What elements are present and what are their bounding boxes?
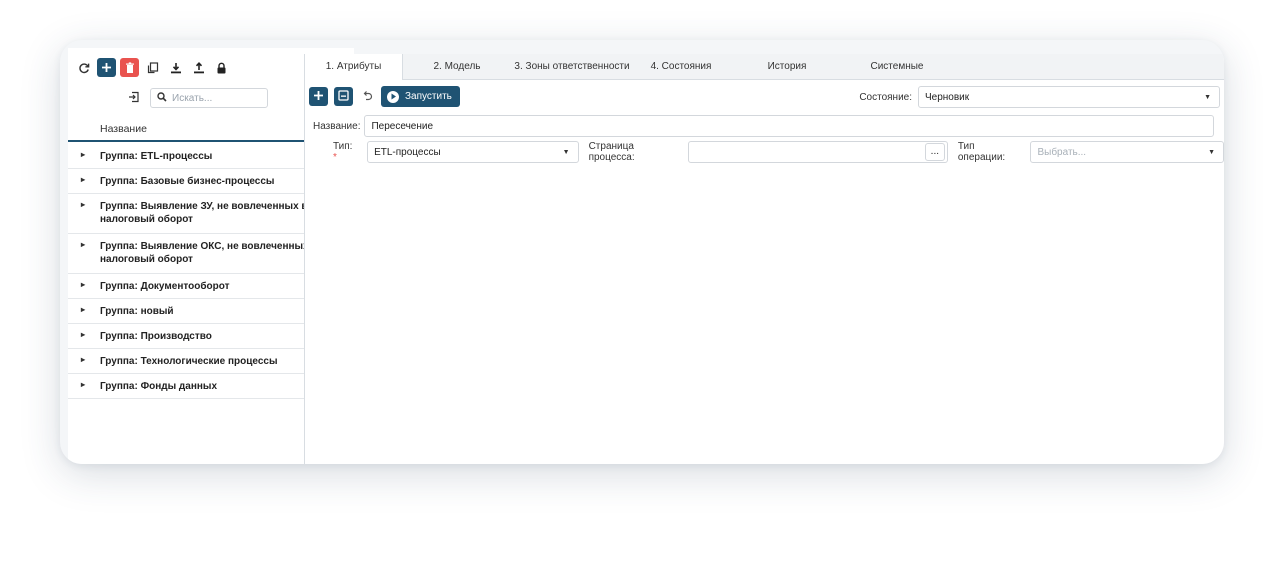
browse-button[interactable]: ... (924, 143, 945, 161)
caret-down-icon: ▼ (1204, 93, 1211, 101)
type-row: Тип: * ETL-процессы ▼ Страница процесса:… (305, 141, 1224, 163)
form-actions: Запустить (309, 86, 460, 107)
process-page-input[interactable]: ... (688, 141, 948, 163)
refresh-button[interactable] (74, 58, 93, 77)
expand-arrow-icon[interactable]: ▸ (81, 238, 85, 251)
download-icon (170, 62, 182, 74)
search-field[interactable] (150, 88, 268, 108)
app-window: Название ▸Группа: ETL-процессы ▸Группа: … (60, 40, 1224, 464)
tab-model[interactable]: 2. Модель (403, 54, 511, 80)
name-row: Название: Пересечение (313, 115, 1215, 137)
refresh-icon (78, 62, 90, 74)
operation-type-placeholder: Выбрать... (1037, 146, 1087, 158)
run-button[interactable]: Запустить (381, 86, 460, 107)
search-icon (157, 91, 167, 105)
expand-arrow-icon[interactable]: ▸ (81, 173, 85, 186)
tab-attributes[interactable]: 1. Атрибуты (305, 53, 403, 80)
copy-button[interactable] (143, 58, 162, 77)
tree-toolbar (74, 58, 231, 77)
expand-arrow-icon[interactable]: ▸ (81, 148, 85, 161)
trash-icon (125, 61, 135, 74)
name-input[interactable]: Пересечение (364, 115, 1215, 137)
expand-arrow-icon[interactable]: ▸ (81, 198, 85, 211)
required-mark: * (333, 152, 337, 163)
save-icon (338, 89, 349, 104)
delete-button[interactable] (120, 58, 139, 77)
lock-icon (216, 62, 227, 74)
tab-history[interactable]: История (729, 54, 845, 80)
caret-down-icon: ▼ (1208, 148, 1216, 156)
upload-icon (193, 61, 205, 74)
state-label: Состояние: (859, 91, 912, 103)
add-button[interactable] (97, 58, 116, 77)
upload-button[interactable] (189, 58, 208, 77)
right-panel: 1. Атрибуты 2. Модель 3. Зоны ответствен… (304, 53, 1224, 464)
lock-button[interactable] (212, 58, 231, 77)
operation-type-label: Тип операции: (957, 141, 1006, 163)
run-label: Запустить (405, 91, 452, 102)
process-page-label: Страница процесса: (588, 141, 635, 163)
exit-icon (128, 91, 140, 106)
name-label: Название: (313, 120, 361, 132)
state-value: Черновик (925, 91, 970, 103)
save-button[interactable] (334, 87, 353, 106)
expand-arrow-icon[interactable]: ▸ (81, 378, 85, 391)
plus-icon (101, 62, 112, 73)
search-row (126, 88, 268, 108)
column-title: Название (100, 123, 147, 135)
expand-arrow-icon[interactable]: ▸ (81, 278, 85, 291)
name-value: Пересечение (371, 120, 434, 132)
download-button[interactable] (166, 58, 185, 77)
state-row: Состояние: Черновик ▼ (859, 86, 1220, 108)
expand-arrow-icon[interactable]: ▸ (81, 303, 85, 316)
play-icon (387, 90, 399, 103)
exit-button[interactable] (126, 90, 142, 106)
tab-bar: 1. Атрибуты 2. Модель 3. Зоны ответствен… (305, 53, 1224, 80)
tab-responsibility-zones[interactable]: 3. Зоны ответственности (511, 54, 633, 80)
type-label: Тип: * (333, 141, 353, 163)
caret-down-icon: ▼ (562, 148, 570, 156)
type-select[interactable]: ETL-процессы ▼ (367, 141, 579, 163)
plus-icon (313, 90, 324, 104)
tab-states[interactable]: 4. Состояния (633, 54, 729, 80)
search-input[interactable] (172, 92, 262, 104)
expand-arrow-icon[interactable]: ▸ (81, 353, 85, 366)
add-record-button[interactable] (309, 87, 328, 106)
undo-icon (362, 90, 373, 104)
tab-system[interactable]: Системные (845, 54, 949, 80)
operation-type-select[interactable]: Выбрать... ▼ (1030, 141, 1224, 163)
copy-icon (147, 61, 159, 74)
expand-arrow-icon[interactable]: ▸ (81, 328, 85, 341)
type-value: ETL-процессы (374, 146, 441, 158)
undo-button[interactable] (359, 87, 375, 106)
state-select[interactable]: Черновик ▼ (918, 86, 1220, 108)
